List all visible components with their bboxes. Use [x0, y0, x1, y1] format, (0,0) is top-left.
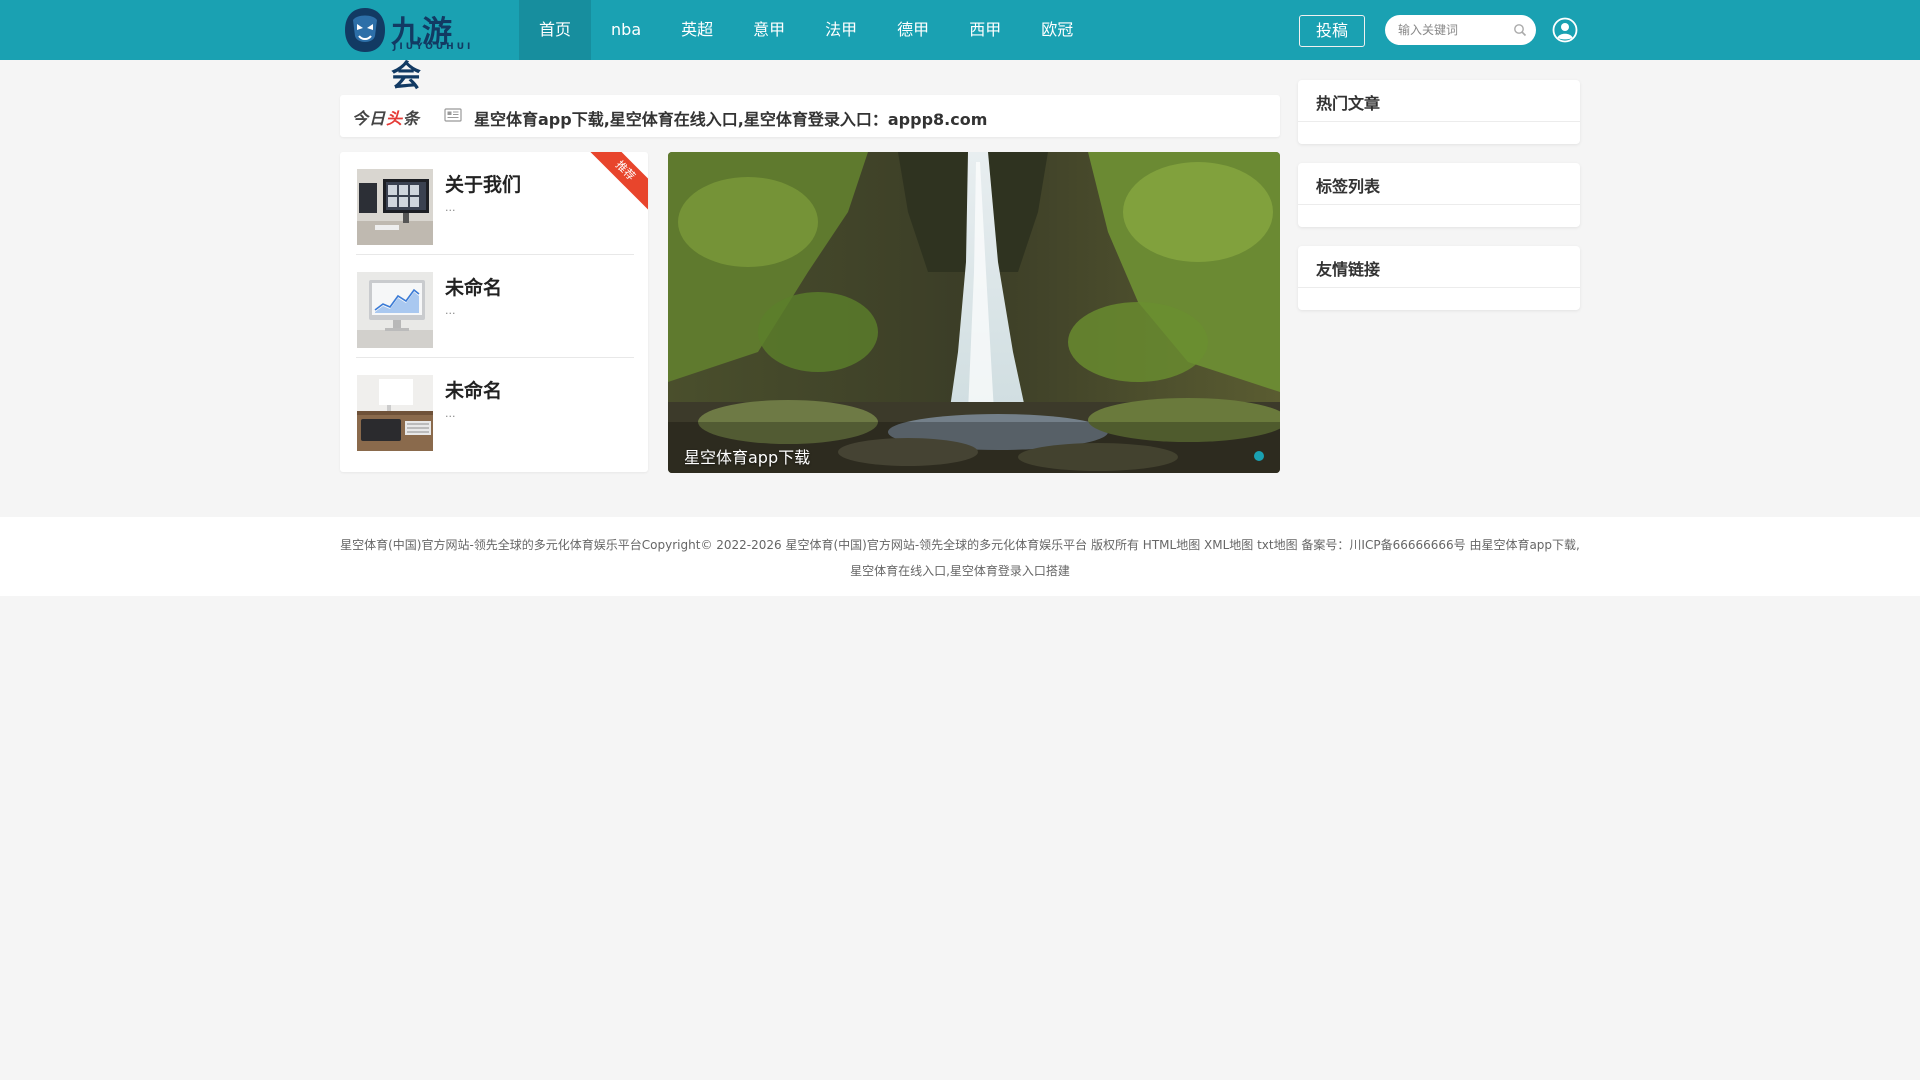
waterfall-slide-image[interactable]	[668, 152, 1280, 473]
search-icon[interactable]	[1513, 23, 1527, 37]
user-account-icon[interactable]	[1552, 17, 1578, 43]
logo-subtitle: JIUYOUHUI	[393, 42, 474, 52]
tag-list-widget: 标签列表	[1298, 163, 1580, 227]
badge-text-right: 条	[403, 109, 421, 128]
today-headline-badge: 今日头条	[352, 105, 420, 129]
nav-item-premier-league[interactable]: 英超	[661, 0, 733, 60]
footer-copyright: 星空体育(中国)官方网站-领先全球的多元化体育娱乐平台Copyright© 20…	[340, 538, 1580, 578]
article-thumbnail[interactable]	[357, 375, 433, 451]
article-title[interactable]: 未命名	[445, 273, 502, 300]
article-excerpt: ...	[445, 304, 456, 317]
widget-divider	[1298, 121, 1580, 122]
top-navbar: 九游会 JIUYOUHUI 首页 nba 英超 意甲 法甲 德甲 西甲 欧冠 投…	[0, 0, 1920, 94]
article-title[interactable]: 关于我们	[445, 170, 521, 197]
friend-links-widget: 友情链接	[1298, 246, 1580, 310]
article-thumbnail[interactable]	[357, 272, 433, 348]
submit-article-button[interactable]: 投稿	[1299, 15, 1365, 47]
widget-title: 热门文章	[1316, 94, 1381, 113]
article-excerpt: ...	[445, 201, 456, 214]
search-box	[1385, 15, 1536, 45]
article-title[interactable]: 未命名	[445, 376, 502, 403]
nav-item-serie-a[interactable]: 意甲	[733, 0, 805, 60]
search-input[interactable]	[1398, 15, 1508, 45]
badge-text-red: 头	[386, 109, 404, 128]
nav-item-nba[interactable]: nba	[591, 0, 661, 60]
headline-link[interactable]: 星空体育app下载,星空体育在线入口,星空体育登录入口：appp8.com	[474, 106, 987, 130]
badge-text-left: 今日	[352, 109, 387, 128]
site-footer: 星空体育(中国)官方网站-领先全球的多元化体育娱乐平台Copyright© 20…	[0, 517, 1920, 596]
site-logo[interactable]: 九游会 JIUYOUHUI	[343, 5, 483, 94]
list-item[interactable]: 未命名 ...	[356, 358, 634, 461]
recommend-panel: 推荐 关于我们 ... 未命名 ... 未命名 ...	[340, 152, 648, 472]
slide-caption[interactable]: 星空体育app下载	[684, 444, 810, 468]
nav-item-home[interactable]: 首页	[519, 0, 592, 60]
article-excerpt: ...	[445, 407, 456, 420]
newspaper-icon	[444, 108, 462, 122]
list-item[interactable]: 关于我们 ...	[356, 152, 634, 255]
headline-bar: 今日头条 星空体育app下载,星空体育在线入口,星空体育登录入口：appp8.c…	[340, 95, 1280, 137]
nav-item-bundesliga[interactable]: 德甲	[877, 0, 949, 60]
slider-dot-active[interactable]	[1254, 451, 1264, 461]
nav-item-ligue-1[interactable]: 法甲	[805, 0, 877, 60]
featured-slider[interactable]: 星空体育app下载	[668, 152, 1280, 473]
nav-item-champions-league[interactable]: 欧冠	[1021, 0, 1093, 60]
widget-divider	[1298, 204, 1580, 205]
nav-item-la-liga[interactable]: 西甲	[949, 0, 1021, 60]
navbar-inner: 九游会 JIUYOUHUI 首页 nba 英超 意甲 法甲 德甲 西甲 欧冠 投…	[340, 0, 1580, 94]
widget-title: 标签列表	[1316, 177, 1381, 196]
logo-emblem-icon	[345, 8, 385, 52]
article-thumbnail[interactable]	[357, 169, 433, 245]
main-nav: 首页 nba 英超 意甲 法甲 德甲 西甲 欧冠	[519, 0, 1093, 60]
widget-title: 友情链接	[1316, 260, 1381, 279]
widget-divider	[1298, 287, 1580, 288]
list-item[interactable]: 未命名 ...	[356, 255, 634, 358]
hot-articles-widget: 热门文章	[1298, 80, 1580, 144]
